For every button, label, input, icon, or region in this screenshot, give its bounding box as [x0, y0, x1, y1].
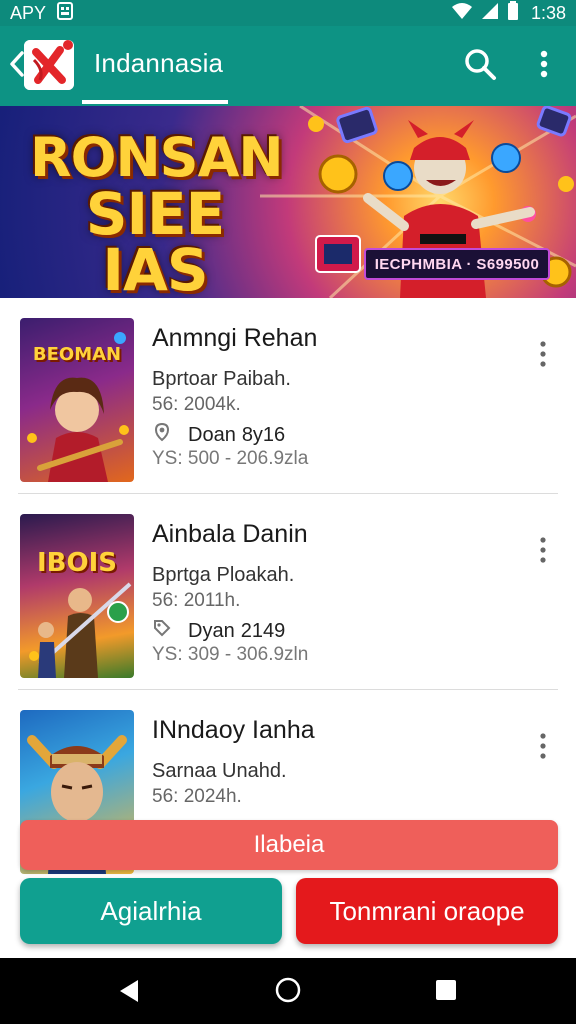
green-action-button[interactable]: Agialrhia	[20, 878, 282, 944]
nav-recents-icon[interactable]	[434, 978, 458, 1002]
item-title: Anmngi Rehan	[152, 324, 318, 352]
item-meta: 56: 2004k.	[152, 394, 241, 415]
app-bar: Indannasia	[0, 26, 576, 106]
tab-indicator	[82, 100, 228, 104]
item-thumbnail: BEOMAN	[20, 318, 134, 482]
primary-action-bar-button[interactable]: Ilabeia	[20, 820, 558, 870]
thumbnail-title: IBOIS	[37, 548, 117, 578]
item-range: YS: 500 - 206.9zla	[152, 448, 309, 469]
search-icon[interactable]	[462, 46, 498, 82]
item-thumbnail: IBOIS	[20, 514, 134, 678]
banner-tag: IECPHMBIA · S699500	[364, 248, 550, 280]
battery-icon	[507, 0, 519, 26]
item-title: Ainbala Danin	[152, 520, 308, 548]
item-subtitle: Bprtga Ploakah.	[152, 564, 295, 586]
location-icon	[152, 422, 172, 448]
thumbnail-title: BEOMAN	[32, 344, 122, 365]
item-meta: 56: 2024h.	[152, 786, 242, 807]
banner-title: RONSAN SIEE IAS	[30, 126, 284, 299]
more-vert-icon[interactable]	[530, 46, 558, 82]
banner-title-line1: RONSAN	[30, 126, 284, 189]
red-action-button[interactable]: Tonmrani oraope	[296, 878, 558, 944]
app-logo[interactable]	[24, 40, 74, 90]
item-location-row: Dyan 2149	[152, 618, 285, 644]
wifi-icon	[451, 2, 473, 25]
tag-icon	[152, 618, 172, 644]
clock-time: 1:38	[530, 2, 566, 23]
signal-icon	[481, 2, 499, 25]
carrier-label: APY	[10, 2, 47, 23]
status-bar: APY 1:38	[0, 0, 576, 26]
item-subtitle: Sarnaa Unahd.	[152, 760, 287, 782]
item-more-icon[interactable]	[532, 534, 554, 566]
item-location-label: Dyan	[188, 619, 235, 642]
item-title: INndaoy Ianha	[152, 716, 315, 744]
list-item[interactable]: IBOIS Ainbala Danin Bprtga Ploakah. 56: …	[0, 494, 576, 690]
system-nav-bar	[0, 958, 576, 1024]
item-more-icon[interactable]	[532, 730, 554, 762]
nav-home-icon[interactable]	[274, 976, 302, 1004]
item-location-row: Doan 8y16	[152, 422, 285, 448]
item-range: YS: 309 - 306.9zln	[152, 644, 309, 665]
promo-banner[interactable]: RONSAN SIEE IAS IECPHMBIA · S699500	[0, 106, 576, 298]
item-location-value: 2149	[240, 619, 286, 642]
list-item[interactable]: BEOMAN Anmngi Rehan Bprtoar Paibah. 56: …	[0, 298, 576, 494]
screen: APY 1:38 Indannasia RONSAN SIEE IAS IECP…	[0, 0, 576, 1024]
item-location-label: Doan	[188, 423, 236, 446]
item-location-value: 8y16	[241, 423, 286, 446]
item-meta: 56: 2011h.	[152, 590, 241, 611]
nav-back-icon[interactable]	[116, 978, 142, 1004]
item-more-icon[interactable]	[532, 338, 554, 370]
sim-icon	[56, 1, 74, 25]
banner-title-line2: SIEE IAS	[85, 180, 226, 298]
app-title: Indannasia	[94, 48, 224, 78]
item-subtitle: Bprtoar Paibah.	[152, 368, 291, 390]
